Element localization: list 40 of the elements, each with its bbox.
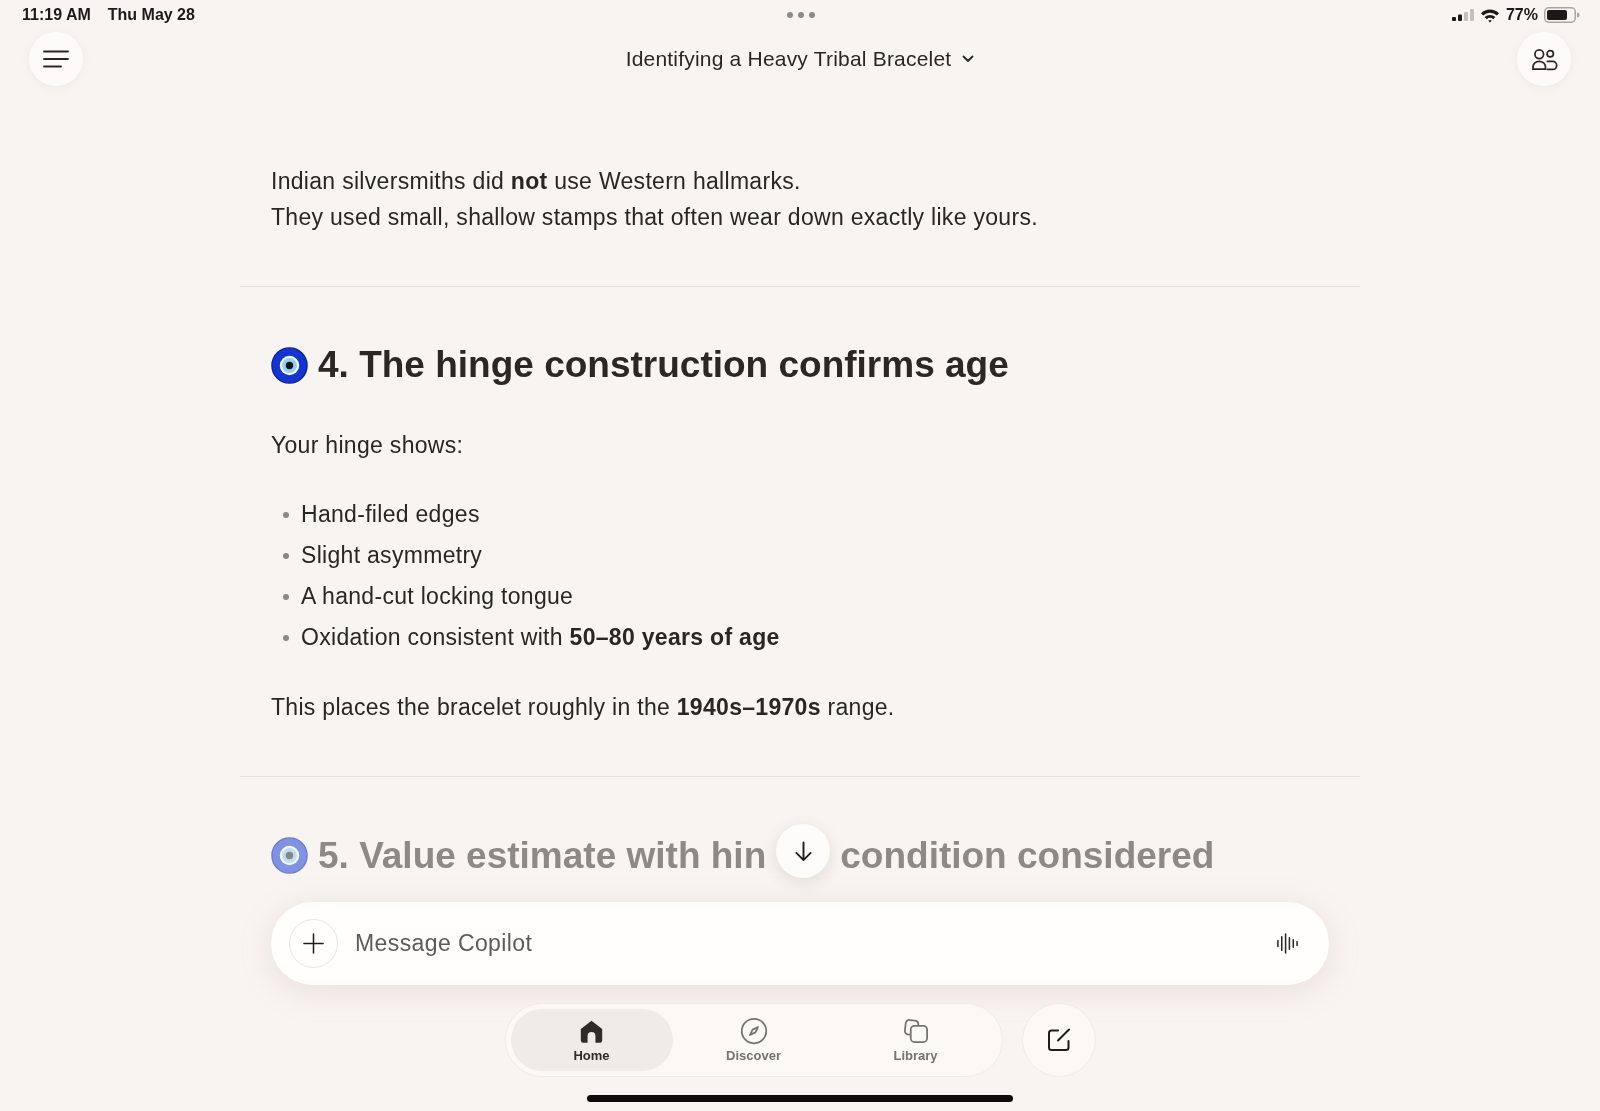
signal-icon [1451, 9, 1474, 21]
eye-bead-icon [271, 346, 308, 384]
section-heading: 5. Value estimate with hin [318, 833, 767, 878]
bullet-icon [283, 593, 289, 600]
wifi-icon [1479, 7, 1500, 23]
list-item-text: Oxidation consistent with 50–80 years of age [301, 623, 780, 652]
compass-icon [739, 1017, 768, 1045]
paragraph-text: They used small, shallow stamps that often wear down exactly like yours. [271, 203, 1039, 232]
nav-tab[interactable]: Discover [672, 1009, 835, 1071]
section-heading: condition considered [840, 833, 1215, 878]
dots-icon[interactable] [787, 12, 815, 18]
nav-tab[interactable]: Library [834, 1009, 997, 1071]
menu-icon [43, 50, 69, 68]
paragraph-text: Indian silversmiths did not use Western hallmarks. [271, 167, 802, 196]
bullet-icon [283, 552, 289, 559]
stacked-squares-icon [901, 1017, 930, 1045]
paragraph-text: Your hinge shows: [271, 431, 465, 460]
people-icon [1530, 47, 1558, 71]
list-item-text: Slight asymmetry [301, 541, 483, 570]
voice-icon [1276, 932, 1299, 955]
message-input[interactable]: Message Copilot [355, 922, 1253, 965]
paragraph-text: This places the bracelet roughly in the 1940s–1970s range. [271, 693, 896, 722]
battery-icon [1544, 7, 1580, 23]
battery-percent: 77% [1505, 6, 1538, 24]
bullet-icon [283, 634, 289, 641]
chevron-down-icon [962, 55, 975, 63]
scroll-down-button[interactable] [776, 824, 831, 878]
compose-icon [1045, 1027, 1072, 1053]
list-item-text: Hand-filed edges [301, 500, 480, 529]
message-field[interactable]: Message Copilot [271, 902, 1329, 985]
arrow-down-icon [793, 840, 813, 862]
status-time: 11:19 AM [22, 6, 91, 24]
eye-bead-icon [271, 837, 308, 874]
bullet-icon [283, 511, 289, 518]
chat-title-button[interactable]: Identifying a Heavy Tribal Bracelet [621, 41, 979, 77]
plus-icon [303, 933, 324, 954]
status-date: Thu May 28 [107, 6, 195, 24]
section-heading: 4. The hinge construction confirms age [318, 343, 1009, 387]
list-item-text: A hand-cut locking tongue [301, 582, 574, 611]
nav-tab[interactable]: Home [510, 1009, 673, 1071]
